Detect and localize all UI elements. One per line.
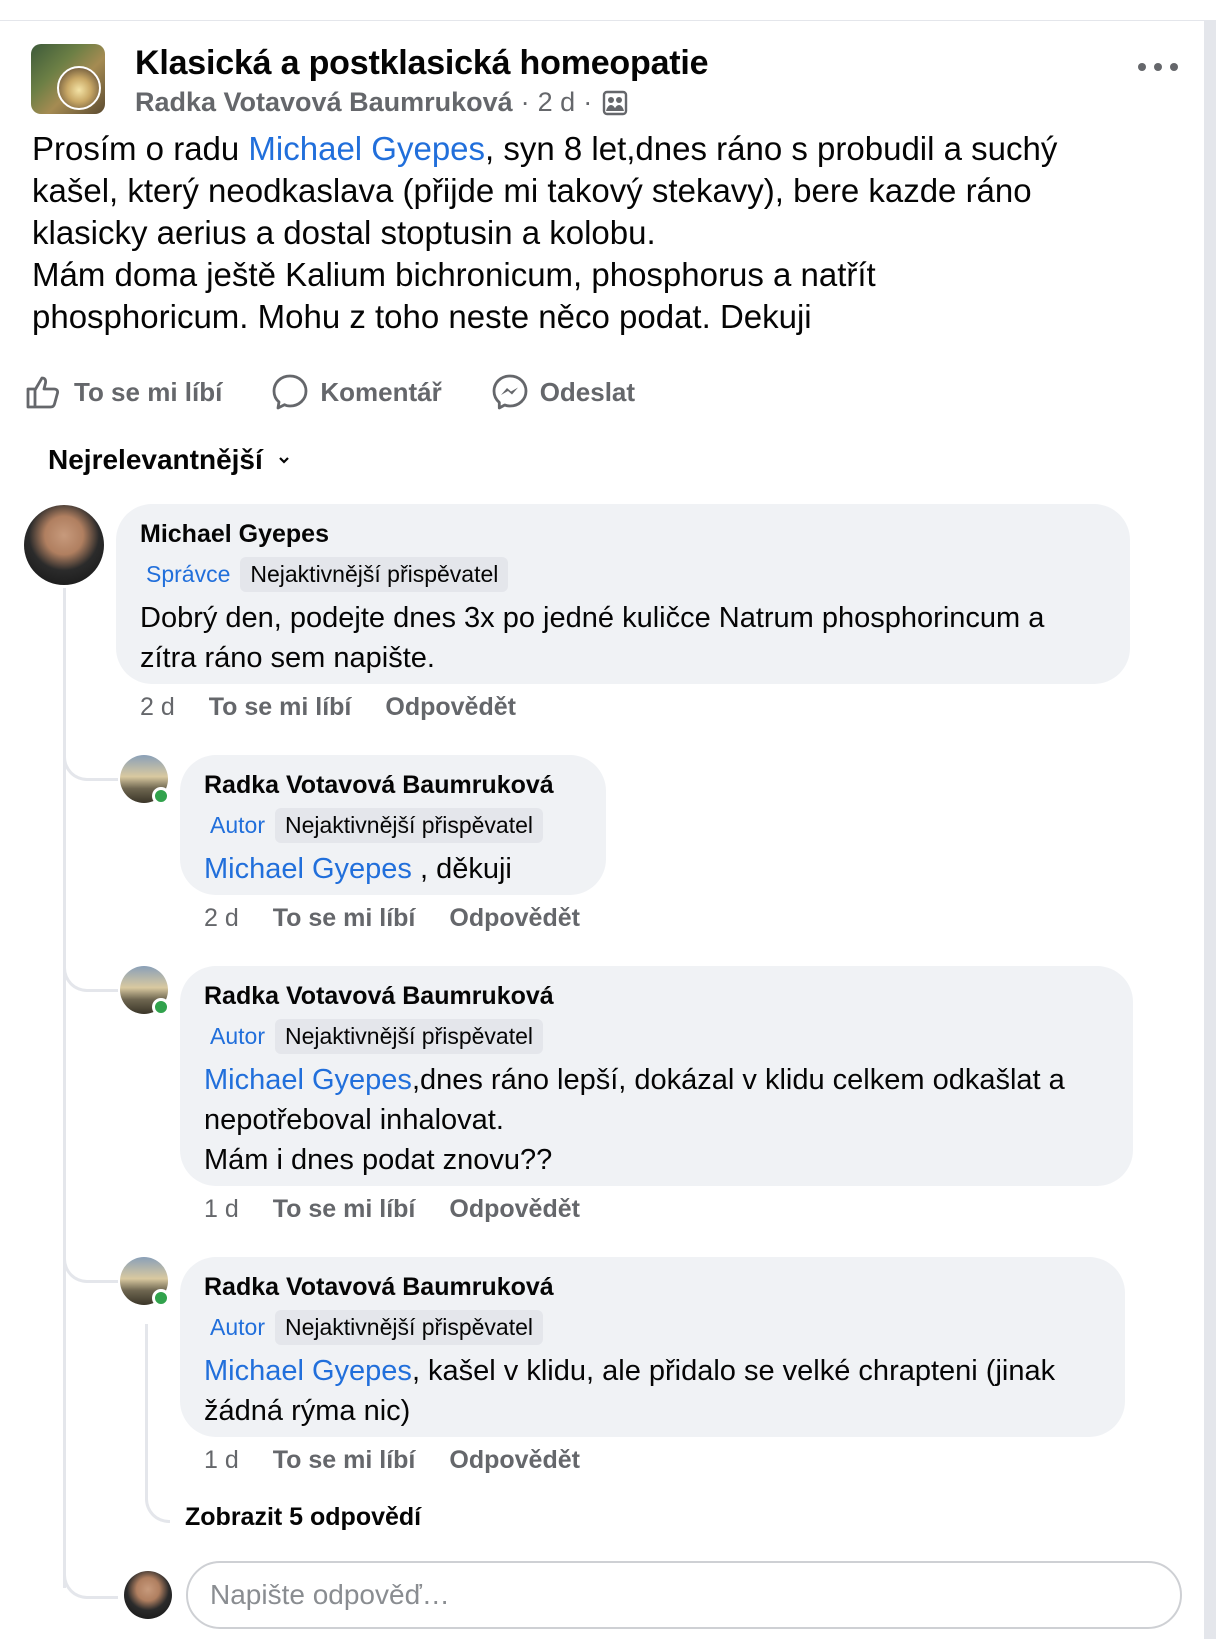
thread-connector <box>63 951 118 992</box>
group-avatar[interactable] <box>31 44 105 114</box>
comment-time[interactable]: 2 d <box>140 693 175 722</box>
comment-line: Dobrý den, podejte dnes 3x po jedné kuli… <box>140 602 1045 634</box>
status-badge[interactable]: Nejaktivnější přispěvatel <box>274 1019 543 1054</box>
role-badge[interactable]: Správce <box>138 557 238 592</box>
role-badge[interactable]: Autor <box>202 808 273 843</box>
reply-author[interactable]: Radka Votavová Baumruková <box>204 771 582 800</box>
mention-link[interactable]: Michael Gyepes <box>204 853 412 885</box>
chevron-down-icon <box>279 457 289 464</box>
reply-bubble: Radka Votavová Baumruková Autor Nejaktiv… <box>180 966 1133 1186</box>
comment-meta: 2 d To se mi líbí Odpovědět <box>140 693 550 722</box>
role-badge[interactable]: Autor <box>202 1019 273 1054</box>
reply-reply-button[interactable]: Odpovědět <box>449 904 580 933</box>
reply-time[interactable]: 1 d <box>204 1446 239 1475</box>
post-meta: Radka Votavová Baumruková · 2 d · <box>135 87 628 118</box>
post-author[interactable]: Radka Votavová Baumruková <box>135 87 513 118</box>
post-body: Prosím o radu Michael Gyepes, syn 8 let,… <box>32 128 1182 338</box>
post-text: phosphoricum. Mohu z toho neste něco pod… <box>32 298 812 335</box>
comment-sort-dropdown[interactable]: Nejrelevantnější <box>48 444 291 476</box>
sort-label: Nejrelevantnější <box>48 444 263 475</box>
post-text: Prosím o radu <box>32 130 249 167</box>
badges: Autor Nejaktivnější přispěvatel <box>204 808 582 843</box>
post-text: Mám doma ještě Kalium bichronicum, phosp… <box>32 256 876 293</box>
show-replies-link[interactable]: Zobrazit 5 odpovědí <box>185 1503 421 1532</box>
online-status-dot <box>152 787 170 805</box>
badges: Autor Nejaktivnější přispěvatel <box>204 1019 1109 1054</box>
avatar[interactable] <box>24 505 104 585</box>
thread-connector <box>63 1548 118 1599</box>
post-text: klasicky aerius a dostal stoptusin a kol… <box>32 214 656 251</box>
badges: Autor Nejaktivnější přispěvatel <box>204 1310 1101 1345</box>
reply-text: Michael Gyepes,dnes ráno lepší, dokázal … <box>204 1060 1109 1180</box>
status-badge[interactable]: Nejaktivnější přispěvatel <box>274 1310 543 1345</box>
online-status-dot <box>152 998 170 1016</box>
meta-separator: · <box>583 87 593 117</box>
messenger-icon <box>492 374 528 410</box>
group-name[interactable]: Klasická a postklasická homeopatie <box>135 44 709 83</box>
reply-bubble: Radka Votavová Baumruková Autor Nejaktiv… <box>180 1257 1125 1437</box>
comment-label: Komentář <box>320 376 442 407</box>
thread-line <box>63 588 66 1588</box>
comment-like-button[interactable]: To se mi líbí <box>209 693 352 722</box>
status-badge[interactable]: Nejaktivnější přispěvatel <box>274 808 543 843</box>
comment-bubble: Michael Gyepes Správce Nejaktivnější při… <box>116 504 1130 684</box>
badges: Správce Nejaktivnější přispěvatel <box>140 557 1106 592</box>
send-label: Odeslat <box>539 376 636 407</box>
reply-reply-button[interactable]: Odpovědět <box>449 1446 580 1475</box>
reply-reply-button[interactable]: Odpovědět <box>449 1195 580 1224</box>
reply-time[interactable]: 2 d <box>204 904 239 933</box>
comment-bubble-icon <box>272 374 308 410</box>
reply-line: ,dnes ráno lepší, dokázal v klidu celkem… <box>411 1064 1065 1096</box>
reply-line: , kašel v klidu, ale přidalo se velké ch… <box>411 1355 1056 1387</box>
scrollbar[interactable] <box>1204 20 1216 1639</box>
reply-line: Mám i dnes podat znovu?? <box>204 1144 553 1176</box>
mention-link[interactable]: Michael Gyepes <box>204 1064 412 1096</box>
reply-line: žádná rýma nic) <box>204 1395 411 1427</box>
reply-like-button[interactable]: To se mi líbí <box>273 904 416 933</box>
more-options-icon[interactable] <box>1138 52 1178 82</box>
reply-like-button[interactable]: To se mi líbí <box>273 1195 416 1224</box>
post-actions: To se mi líbí Komentář Odeslat <box>24 370 683 414</box>
thumbs-up-icon <box>26 376 60 409</box>
send-button[interactable]: Odeslat <box>490 372 635 412</box>
thread-connector <box>145 1324 170 1523</box>
reply-author[interactable]: Radka Votavová Baumruková <box>204 1273 1101 1302</box>
like-label: To se mi líbí <box>74 376 223 407</box>
reply-line: , děkuji <box>411 853 512 885</box>
post-text: kašel, který neodkaslava (přijde mi tako… <box>32 172 1032 209</box>
role-badge[interactable]: Autor <box>202 1310 273 1345</box>
like-button[interactable]: To se mi líbí <box>24 372 222 412</box>
comment-line: zítra ráno sem napište. <box>140 642 435 674</box>
avatar <box>124 1571 172 1619</box>
reply-meta: 1 d To se mi líbí Odpovědět <box>204 1195 614 1224</box>
comment-button[interactable]: Komentář <box>270 372 442 412</box>
post-text: , syn 8 let,dnes ráno s probudil a suchý <box>485 130 1058 167</box>
meta-separator: · <box>520 87 530 117</box>
online-status-dot <box>152 1289 170 1307</box>
mention-link[interactable]: Michael Gyepes <box>204 1355 412 1387</box>
reply-like-button[interactable]: To se mi líbí <box>273 1446 416 1475</box>
thread-connector <box>63 1242 118 1283</box>
mention-link[interactable]: Michael Gyepes <box>248 130 485 167</box>
reply-line: nepotřeboval inhalovat. <box>204 1104 504 1136</box>
thread-connector <box>63 740 118 781</box>
author-avatar-overlay[interactable] <box>57 66 101 110</box>
reply-bubble: Radka Votavová Baumruková Autor Nejaktiv… <box>180 755 606 895</box>
post-time[interactable]: 2 d <box>538 87 576 118</box>
comment-author[interactable]: Michael Gyepes <box>140 520 1106 549</box>
reply-input[interactable] <box>186 1561 1182 1629</box>
reply-meta: 1 d To se mi líbí Odpovědět <box>204 1446 614 1475</box>
reply-text: Michael Gyepes, kašel v klidu, ale přida… <box>204 1351 1101 1431</box>
comment-text: Dobrý den, podejte dnes 3x po jedné kuli… <box>140 598 1106 678</box>
reply-meta: 2 d To se mi líbí Odpovědět <box>204 904 614 933</box>
reply-text: Michael Gyepes , děkuji <box>204 849 582 889</box>
comment-reply-button[interactable]: Odpovědět <box>385 693 516 722</box>
top-divider <box>0 20 1216 21</box>
reply-author[interactable]: Radka Votavová Baumruková <box>204 982 1109 1011</box>
reply-time[interactable]: 1 d <box>204 1195 239 1224</box>
status-badge[interactable]: Nejaktivnější přispěvatel <box>240 557 509 592</box>
group-members-icon <box>603 90 628 115</box>
